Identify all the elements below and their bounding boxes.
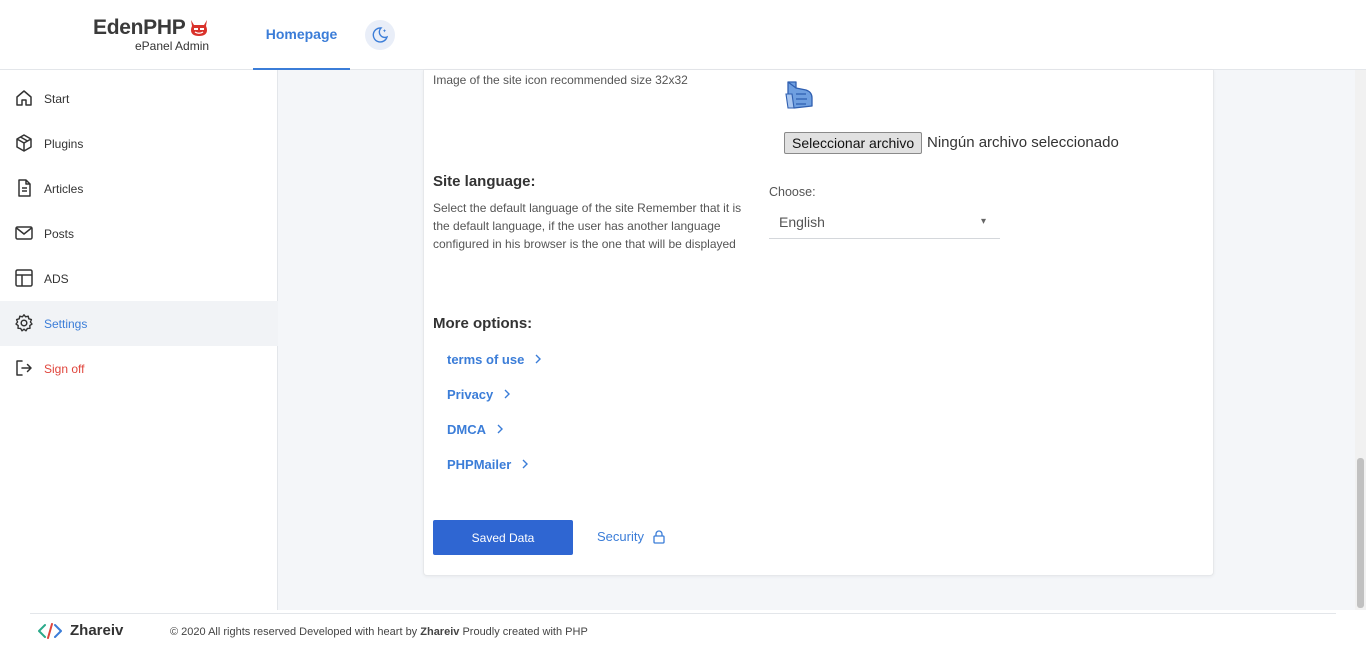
sidebar-item-label: Articles <box>44 181 84 196</box>
sidebar-item-sign-off[interactable]: Sign off <box>0 346 278 391</box>
copyright-author: Zhareiv <box>420 626 460 638</box>
logout-icon <box>16 360 32 376</box>
more-options-title: More options: <box>433 315 533 332</box>
link-phpmailer[interactable]: PHPMailer <box>447 454 529 474</box>
chevron-down-icon: ▾ <box>981 216 987 227</box>
app-logo[interactable]: EdenPHP ePanel Admin <box>93 16 213 56</box>
home-icon <box>16 90 32 106</box>
file-status-text: Ningún archivo seleccionado <box>927 134 1119 151</box>
tab-homepage[interactable]: Homepage <box>253 0 350 70</box>
sidebar-item-label: Sign off <box>44 361 85 376</box>
devil-icon <box>191 20 207 36</box>
sidebar-item-articles[interactable]: Articles <box>0 166 278 211</box>
page-footer: Zhareiv © 2020 All rights reserved Devel… <box>0 610 1366 658</box>
language-select-value: English <box>779 214 825 230</box>
theme-toggle-button[interactable] <box>365 20 395 50</box>
logo-title: EdenPHP <box>93 16 186 39</box>
sidebar-item-ads[interactable]: ADS <box>0 256 278 301</box>
sidebar: Start Plugins Articles Posts ADS Setting… <box>0 70 278 610</box>
security-link[interactable]: Security <box>597 529 666 544</box>
sidebar-item-label: Plugins <box>44 136 84 151</box>
layout-icon <box>15 269 33 287</box>
link-privacy[interactable]: Privacy <box>447 384 511 404</box>
document-icon <box>18 179 31 197</box>
save-data-button[interactable]: Saved Data <box>433 520 573 555</box>
security-label: Security <box>597 529 644 544</box>
settings-card: Image of the site icon recommended size … <box>423 70 1214 576</box>
code-brackets-icon <box>38 622 62 639</box>
site-language-description: Select the default language of the site … <box>433 201 742 251</box>
sidebar-item-label: Posts <box>44 226 75 241</box>
link-label: Privacy <box>447 386 494 402</box>
footer-brand: Zhareiv <box>70 622 124 639</box>
sidebar-item-label: Settings <box>44 316 88 331</box>
lock-icon <box>653 529 665 544</box>
link-terms-of-use[interactable]: terms of use <box>447 349 542 369</box>
chevron-right-icon <box>522 459 529 469</box>
site-icon-description: Image of the site icon recommended size … <box>433 73 688 87</box>
link-label: terms of use <box>447 351 525 367</box>
mail-icon <box>15 226 33 240</box>
page-scrollbar[interactable] <box>1355 70 1366 610</box>
copyright-text: © 2020 All rights reserved Developed wit… <box>170 626 588 638</box>
moon-icon <box>372 27 389 43</box>
chevron-right-icon <box>535 354 542 364</box>
sidebar-item-start[interactable]: Start <box>0 76 278 121</box>
top-header: EdenPHP ePanel Admin Homepage <box>0 0 1366 70</box>
site-language-title: Site language: <box>433 173 536 190</box>
footer-divider <box>30 613 1336 614</box>
link-dmca[interactable]: DMCA <box>447 419 504 439</box>
sidebar-item-label: Start <box>44 91 70 106</box>
choose-label: Choose: <box>769 185 816 199</box>
scrollbar-thumb[interactable] <box>1357 458 1364 608</box>
chevron-right-icon <box>504 389 511 399</box>
logo-subtitle: ePanel Admin <box>135 39 210 53</box>
link-label: DMCA <box>447 421 486 437</box>
sidebar-item-label: ADS <box>44 271 69 286</box>
gear-icon <box>15 314 33 332</box>
footer-logo[interactable]: Zhareiv <box>38 622 123 639</box>
box-icon <box>16 134 32 152</box>
sidebar-item-posts[interactable]: Posts <box>0 211 278 256</box>
chevron-right-icon <box>497 424 503 434</box>
copyright-prefix: © 2020 All rights reserved Developed wit… <box>170 626 421 638</box>
choose-file-button[interactable]: Seleccionar archivo <box>784 132 923 154</box>
sidebar-item-settings[interactable]: Settings <box>0 301 278 346</box>
copyright-suffix: Proudly created with PHP <box>459 626 588 638</box>
link-label: PHPMailer <box>447 456 512 472</box>
upload-hand-icon <box>785 81 813 109</box>
sidebar-item-plugins[interactable]: Plugins <box>0 121 278 166</box>
language-select[interactable]: English ▾ <box>769 207 1000 239</box>
